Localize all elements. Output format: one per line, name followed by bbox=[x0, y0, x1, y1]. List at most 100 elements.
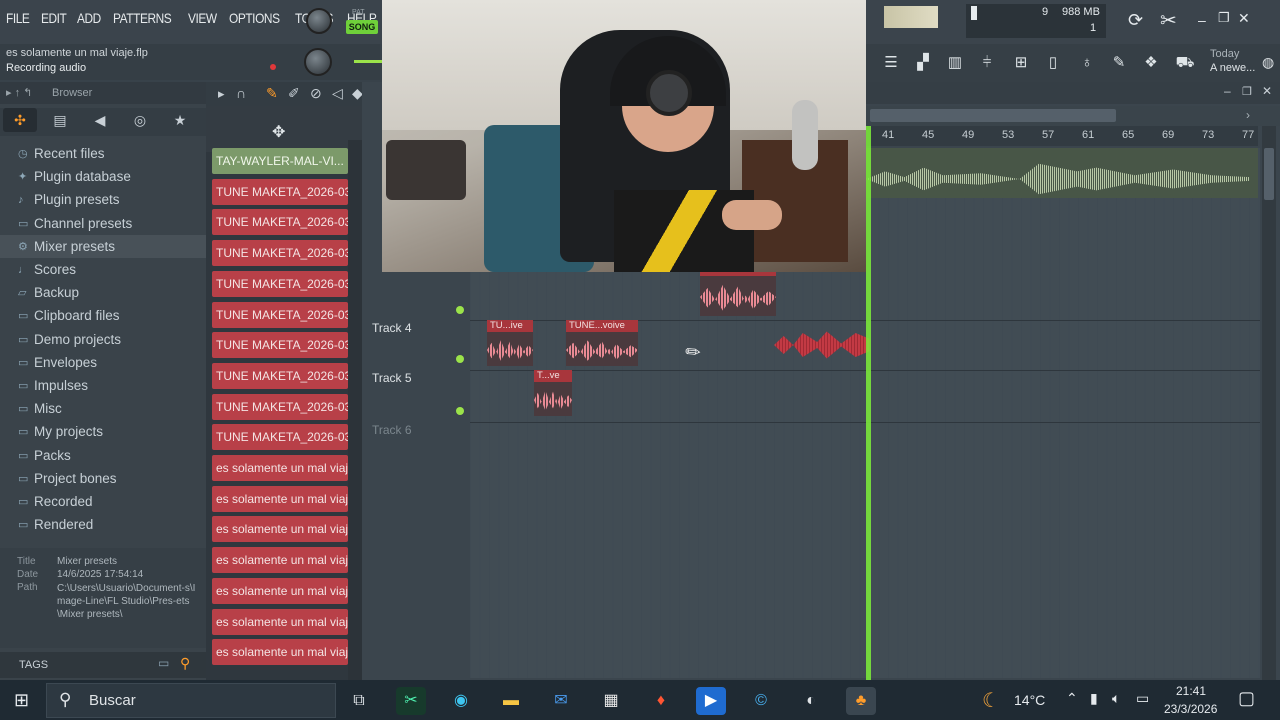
playlist-maximize-icon[interactable]: ❐ bbox=[1242, 85, 1252, 98]
browser-item[interactable]: ▭ Clipboard files bbox=[0, 304, 206, 327]
plugin-icon[interactable]: ♁ bbox=[1074, 50, 1100, 76]
picker-clip-item[interactable]: es solamente un mal viaj... bbox=[212, 455, 348, 481]
horizontal-scroll-thumb[interactable] bbox=[870, 109, 1116, 122]
playlist-close-icon[interactable]: ✕ bbox=[1262, 84, 1272, 98]
menu-add[interactable]: ADD bbox=[77, 10, 101, 26]
battery-icon[interactable]: ▮ bbox=[1090, 690, 1098, 707]
playlist-minimize-icon[interactable]: – bbox=[1224, 84, 1231, 98]
globe-icon[interactable]: ◍ bbox=[1262, 54, 1274, 71]
playlist-window-icon[interactable]: ☰ bbox=[878, 50, 904, 76]
picker-clip-item[interactable]: es solamente un mal viaj... bbox=[212, 547, 348, 574]
capcut-icon[interactable]: ✂ bbox=[396, 687, 426, 715]
channel-rack-icon[interactable]: ▥ bbox=[942, 50, 968, 76]
audio-clip[interactable]: TU...ive bbox=[487, 320, 533, 366]
project-info-icon[interactable]: ▯ bbox=[1040, 50, 1066, 76]
start-icon[interactable]: ⊞ bbox=[14, 690, 29, 711]
paint-icon[interactable]: ✐ bbox=[288, 85, 300, 102]
picker-scrollbar[interactable] bbox=[348, 140, 362, 680]
mute-icon[interactable]: ◁ bbox=[332, 85, 343, 102]
browser-item[interactable]: ✦ Plugin database bbox=[0, 165, 206, 188]
picker-clip-item[interactable]: es solamente un mal viaj... bbox=[212, 577, 348, 604]
outlook-icon[interactable]: ✉ bbox=[546, 687, 576, 715]
restart-icon[interactable]: ⟳ bbox=[1128, 10, 1143, 31]
file-explorer-icon[interactable]: ▬ bbox=[496, 687, 526, 715]
weather-moon-icon[interactable]: ☾ bbox=[982, 688, 1000, 713]
delete-icon[interactable]: ⊘ bbox=[310, 85, 322, 102]
vertical-scroll-thumb[interactable] bbox=[1264, 148, 1274, 200]
plugin-tab-icon[interactable]: ◀ bbox=[83, 108, 117, 132]
audio-clip[interactable] bbox=[700, 272, 776, 316]
taskbar-search[interactable]: ⚲ Buscar bbox=[46, 683, 336, 718]
browser-item[interactable]: ▭ Recorded bbox=[0, 490, 206, 513]
track-5-mute-led[interactable] bbox=[456, 407, 464, 415]
fl-studio-icon[interactable]: ♣ bbox=[846, 687, 876, 715]
current-project-tab-icon[interactable]: ▤ bbox=[43, 108, 77, 132]
weather-temp[interactable]: 14°C bbox=[1014, 692, 1045, 708]
browser-item[interactable]: ♪ Plugin presets bbox=[0, 188, 206, 211]
all-files-tab-icon[interactable]: ✣ bbox=[3, 108, 37, 132]
browser-item[interactable]: ◷ Recent files bbox=[0, 142, 206, 165]
track-3-mute-led[interactable] bbox=[456, 306, 464, 314]
picker-clip-item[interactable]: TUNE MAKETA_2026-03-... bbox=[212, 424, 348, 451]
picker-clip-item[interactable]: TAY-WAYLER-MAL-VI... bbox=[212, 148, 348, 174]
mixer-icon[interactable]: ⫩ bbox=[974, 50, 1000, 76]
folder-icon[interactable]: ▭ bbox=[158, 656, 169, 670]
song-mode-button[interactable]: SONG bbox=[346, 20, 378, 34]
clock-time[interactable]: 21:41 bbox=[1176, 684, 1206, 698]
piano-roll-icon[interactable]: ▞ bbox=[910, 50, 936, 76]
picker-clip-item[interactable]: TUNE MAKETA_2026-03-... bbox=[212, 178, 348, 205]
news-text[interactable]: A newe... bbox=[1210, 62, 1255, 74]
browser-item[interactable]: ▭ Channel presets bbox=[0, 212, 206, 235]
track-5-header[interactable]: Track 5 bbox=[362, 370, 470, 422]
browser-item[interactable]: ▭ Impulses bbox=[0, 374, 206, 397]
picker-clip-item[interactable]: es solamente un mal viaj... bbox=[212, 608, 348, 635]
marketplace-icon[interactable]: ❖ bbox=[1138, 50, 1164, 76]
obs-icon[interactable]: ◐ bbox=[796, 687, 826, 715]
maximize-icon[interactable]: ❐ bbox=[1218, 10, 1230, 26]
picker-clip-item[interactable]: TUNE MAKETA_2026-03-... bbox=[212, 332, 348, 359]
search-icon[interactable]: ⚲ bbox=[180, 655, 190, 672]
picker-clip-item[interactable]: es solamente un mal viaj... bbox=[212, 516, 348, 543]
browser-item[interactable]: ⚙ Mixer presets bbox=[0, 234, 206, 258]
browser-item[interactable]: ▭ Project bones bbox=[0, 467, 206, 490]
menu-view[interactable]: VIEW bbox=[188, 10, 217, 26]
vertical-scrollbar[interactable] bbox=[1262, 126, 1276, 680]
play-arrow-icon[interactable]: ▸ bbox=[218, 86, 225, 102]
browser-item[interactable]: ▭ Envelopes bbox=[0, 351, 206, 374]
tools-icon[interactable]: ✂ bbox=[1160, 8, 1177, 33]
notification-icon[interactable]: ▢ bbox=[1238, 688, 1255, 709]
volume-icon[interactable]: 🔈︎ bbox=[1112, 690, 1120, 707]
picker-clip-item[interactable]: TUNE MAKETA_2026-03-... bbox=[212, 270, 348, 297]
pencil-icon[interactable]: ✎ bbox=[266, 85, 278, 102]
picker-clip-item[interactable]: TUNE MAKETA_2026-03-... bbox=[212, 209, 348, 236]
close-icon[interactable]: ✕ bbox=[1238, 10, 1250, 27]
picker-clip-item[interactable]: TUNE MAKETA_2026-03-... bbox=[212, 362, 348, 389]
media-player-icon[interactable]: ▶ bbox=[696, 687, 726, 715]
move-icon[interactable]: ✥ bbox=[272, 122, 285, 142]
browser-item[interactable]: ♩ Scores bbox=[0, 258, 206, 281]
audio-clip[interactable]: TUNE...voive bbox=[566, 320, 638, 366]
picker-clip-item[interactable]: TUNE MAKETA_2026-03-... bbox=[212, 240, 348, 267]
menu-edit[interactable]: EDIT bbox=[41, 10, 67, 26]
timeline-ruler[interactable]: 41 45 49 53 57 61 65 69 73 77 bbox=[866, 126, 1258, 146]
online-tab-icon[interactable]: ◎ bbox=[123, 108, 157, 132]
patcher-icon[interactable]: ⊞ bbox=[1008, 50, 1034, 76]
track-6-header[interactable]: Track 6 bbox=[362, 422, 470, 474]
browser-item[interactable]: ▭ Misc bbox=[0, 397, 206, 420]
store-icon[interactable]: ▦ bbox=[596, 687, 626, 715]
tray-chevron-icon[interactable]: ⌃ bbox=[1066, 690, 1078, 707]
playlist-scroll-bar[interactable]: › bbox=[866, 106, 1280, 126]
menu-options[interactable]: OPTIONS bbox=[229, 10, 280, 26]
scroll-right-icon[interactable]: › bbox=[1246, 108, 1250, 122]
magnet-icon[interactable]: ∩ bbox=[236, 85, 246, 101]
task-view-icon[interactable]: ⧉ bbox=[344, 687, 374, 715]
brush-icon[interactable]: ✎ bbox=[1106, 50, 1132, 76]
browser-item[interactable]: ▭ Packs bbox=[0, 443, 206, 466]
brave-icon[interactable]: ♦ bbox=[646, 687, 676, 715]
browser-item[interactable]: ▭ My projects bbox=[0, 420, 206, 443]
minimize-icon[interactable]: – bbox=[1198, 12, 1206, 28]
tempo-knob[interactable] bbox=[304, 48, 332, 76]
network-icon[interactable]: ▭ bbox=[1136, 690, 1149, 707]
browser-item[interactable]: ▭ Rendered bbox=[0, 513, 206, 536]
browser-item[interactable]: ▭ Demo projects bbox=[0, 328, 206, 351]
